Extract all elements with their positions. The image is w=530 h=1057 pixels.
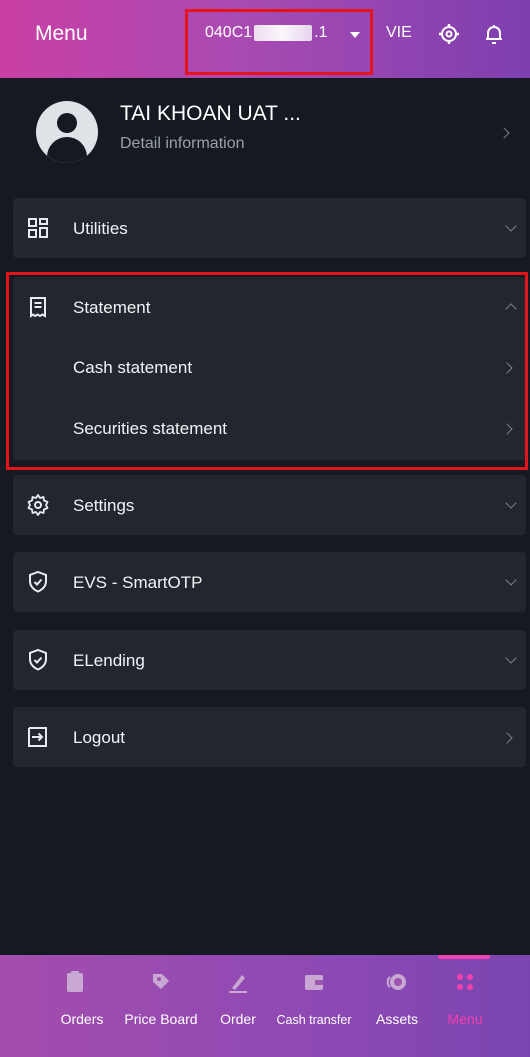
logout-icon — [28, 727, 47, 747]
menu-item-securities-statement[interactable]: Securities statement — [13, 398, 526, 458]
chevron-down-icon — [505, 574, 517, 586]
menu-statement-label: Statement — [73, 298, 151, 317]
menu-logout-label: Logout — [73, 728, 125, 747]
account-selector-highlight — [185, 9, 373, 75]
profile-subtitle: Detail information — [120, 135, 245, 152]
shield-check-icon — [29, 570, 47, 593]
cash-statement-label: Cash statement — [73, 358, 193, 377]
chevron-right-icon — [501, 423, 513, 435]
nav-order-label: Order — [220, 1011, 256, 1027]
chevron-right-icon — [501, 732, 513, 744]
nav-price-board[interactable]: Price Board — [112, 955, 210, 1057]
menu-statement-header[interactable]: Statement — [13, 277, 526, 337]
gear-icon — [27, 494, 49, 516]
receipt-icon — [30, 297, 46, 318]
chevron-right-icon — [498, 127, 510, 139]
chevron-down-icon — [505, 497, 517, 509]
nav-assets[interactable]: Assets — [366, 955, 428, 1057]
shield-check-icon — [29, 648, 47, 671]
menu-smartotp[interactable]: EVS - SmartOTP — [13, 552, 526, 612]
menu-elending[interactable]: ELending — [13, 630, 526, 690]
nav-price-board-label: Price Board — [124, 1011, 198, 1027]
nav-orders-label: Orders — [60, 1011, 104, 1027]
language-toggle[interactable]: VIE — [386, 24, 412, 42]
chevron-right-icon — [501, 362, 513, 374]
securities-statement-label: Securities statement — [73, 419, 228, 438]
pen-icon — [229, 975, 247, 993]
redacted-account-digits — [254, 25, 313, 41]
menu-logout[interactable]: Logout — [13, 707, 526, 767]
account-number-suffix: .1 — [314, 24, 328, 41]
account-selector[interactable]: 040C1 .1 — [205, 24, 328, 42]
page-title: Menu — [35, 22, 88, 45]
menu-utilities-label: Utilities — [73, 219, 128, 238]
account-dropdown-icon[interactable] — [350, 32, 360, 38]
nav-menu-label: Menu — [447, 1011, 483, 1027]
wallet-icon — [305, 975, 323, 990]
menu-smartotp-label: EVS - SmartOTP — [73, 573, 203, 592]
account-number-prefix: 040C1 — [205, 24, 253, 41]
menu-settings[interactable]: Settings — [13, 475, 526, 535]
chevron-down-icon — [505, 652, 517, 664]
nav-cash-transfer[interactable]: Cash transfer — [264, 955, 364, 1057]
chevron-down-icon — [505, 220, 517, 232]
tag-icon — [153, 974, 169, 989]
menu-utilities[interactable]: Utilities — [13, 198, 526, 258]
gear-icon[interactable] — [437, 22, 461, 46]
menu-settings-label: Settings — [73, 496, 135, 515]
profile-section[interactable]: TAI KHOAN UAT ... Detail information — [0, 80, 530, 192]
clipboard-icon — [67, 971, 83, 992]
nav-orders[interactable]: Orders — [52, 955, 112, 1057]
coins-icon — [386, 974, 406, 990]
nav-cash-transfer-label: Cash transfer — [276, 1013, 352, 1027]
grid-icon — [28, 218, 48, 238]
profile-name: TAI KHOAN UAT ... — [120, 102, 301, 125]
avatar — [36, 101, 98, 163]
top-header: Menu 040C1 .1 VIE — [0, 0, 530, 78]
nav-menu[interactable]: Menu — [440, 955, 490, 1057]
nav-order[interactable]: Order — [212, 955, 264, 1057]
nav-assets-label: Assets — [375, 1011, 418, 1027]
bottom-navigation: Orders Price Board Order Cash transfer A… — [0, 955, 530, 1057]
menu-dots-icon — [457, 974, 473, 990]
bell-icon[interactable] — [482, 22, 506, 46]
menu-item-cash-statement[interactable]: Cash statement — [13, 337, 526, 397]
chevron-up-icon — [505, 303, 517, 315]
menu-elending-label: ELending — [73, 651, 145, 670]
menu-statement: Statement Cash statement Securities stat… — [13, 277, 526, 460]
